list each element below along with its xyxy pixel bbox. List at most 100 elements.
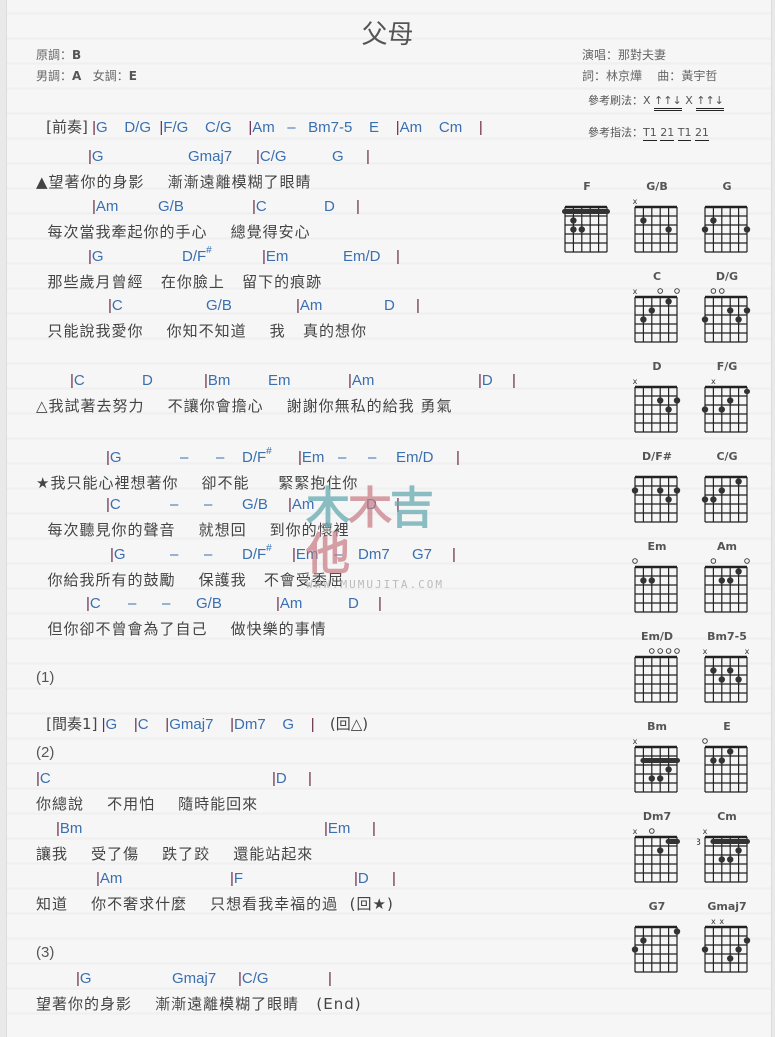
barre	[744, 389, 750, 394]
section-marker-1: (1)	[36, 669, 55, 686]
chord: |	[396, 248, 400, 265]
finger-dot	[648, 307, 655, 314]
finger-pattern: 參考指法：T1 21 T1 21	[588, 126, 709, 141]
muted-string-marker: x	[633, 737, 638, 746]
chord-diagram: Gmaj7 x x	[697, 900, 757, 973]
chord-diagram: G	[697, 180, 757, 253]
chord: G/B	[206, 297, 232, 314]
chord-line: |C |D |	[36, 770, 536, 788]
chord: D/F#	[242, 446, 272, 466]
open-string-marker	[649, 648, 655, 654]
chord: Gmaj7	[172, 970, 217, 987]
chord: –	[216, 449, 225, 466]
chord: |Am	[276, 595, 303, 612]
watermark-url: WWW.MUMUJITA.COM	[306, 578, 444, 591]
finger-dot	[665, 298, 672, 305]
muted-string-marker: x	[703, 827, 708, 836]
chord: |C	[86, 595, 101, 612]
chord: D	[324, 198, 335, 215]
chord: |	[378, 595, 382, 612]
fretboard: x	[633, 827, 680, 883]
intro-label: [前奏]	[46, 118, 88, 136]
open-string-marker	[649, 828, 655, 834]
fretboard: x3	[697, 827, 750, 883]
chord: |G	[76, 970, 92, 987]
open-string-marker	[674, 288, 680, 294]
chord-line: |C G/B |Am D |	[36, 297, 536, 315]
open-string-marker	[710, 558, 717, 564]
chord: –	[204, 546, 213, 563]
lyric-line: 只能說我愛你 你知不知道 我 真的想你	[36, 322, 367, 340]
chord: |	[456, 449, 460, 466]
barre	[665, 839, 680, 844]
finger-dot	[718, 487, 725, 494]
open-string-marker	[657, 648, 663, 654]
fretboard	[562, 205, 610, 253]
chord: |	[512, 372, 516, 389]
repeat-marker: (回△)	[329, 715, 369, 733]
chord-line: |C – – G/B |Am D |	[36, 595, 536, 613]
barre	[640, 758, 680, 763]
chord-diagram: F	[557, 180, 617, 253]
muted-string-marker: x	[633, 377, 638, 386]
finger-dot	[743, 307, 751, 314]
singer: 演唱：那對夫妻	[582, 48, 667, 62]
lyric-line: 讓我 受了傷 跌了跤 還能站起來	[36, 845, 314, 863]
chord: D	[348, 595, 359, 612]
finger-dot	[727, 397, 734, 404]
finger-dot	[701, 946, 709, 953]
finger-dot	[665, 766, 672, 773]
chord: |C	[252, 198, 267, 215]
chord-line: |G Gmaj7 |C/G G |	[36, 148, 536, 166]
chord: |C	[70, 372, 85, 389]
chord: |D	[478, 372, 493, 389]
muted-string-marker: x	[711, 377, 716, 386]
muted-string-marker: x	[719, 917, 724, 926]
section-marker-3: (3)	[36, 944, 55, 961]
chord-diagram: Bm x	[627, 720, 687, 793]
lyric-line: 望著你的身影 漸漸遠離模糊了眼睛 (End)	[36, 995, 362, 1013]
fretboard	[632, 558, 678, 613]
finger-dot	[673, 928, 681, 935]
chord: |	[328, 970, 332, 987]
finger-dot	[665, 496, 672, 503]
chord: –	[162, 595, 171, 612]
chord-diagram: Dx	[627, 360, 687, 433]
lyric-line: 但你卻不曾會為了自己 做快樂的事情	[36, 620, 327, 638]
finger-dot	[673, 487, 681, 494]
fretboard	[704, 558, 750, 613]
chord: Em/D	[343, 248, 381, 265]
finger-dot	[578, 226, 585, 233]
fretboard	[701, 475, 748, 523]
finger-dot	[665, 226, 672, 233]
chord: |	[308, 770, 312, 787]
chord: D	[142, 372, 153, 389]
lyric-line: △我試著去努力 不讓你會擔心 謝謝你無私的給我 勇氣	[36, 397, 453, 415]
chord: –	[170, 496, 179, 513]
chord: |Am	[296, 297, 323, 314]
lyric-line: ▲望著你的身影 漸漸遠離模糊了眼睛	[36, 173, 312, 191]
chord: |	[416, 297, 420, 314]
barre	[562, 209, 610, 214]
chord-line: |G D/F# |Em Em/D |	[36, 245, 536, 266]
chord: |	[372, 820, 376, 837]
section-marker-2: (2)	[36, 744, 55, 761]
muted-string-marker: x	[633, 827, 638, 836]
chord: |D	[272, 770, 287, 787]
lyric-line: 你給我所有的鼓勵 保護我 不會受委屈	[36, 571, 344, 589]
chord: |Am	[96, 870, 123, 887]
barre	[710, 839, 750, 844]
chord: |G	[110, 546, 126, 563]
finger-dot	[570, 217, 577, 224]
finger-dot	[673, 397, 681, 404]
chord: Em	[268, 372, 291, 389]
open-string-marker	[674, 648, 680, 654]
fretboard	[631, 925, 681, 973]
chord: |Bm	[56, 820, 83, 837]
finger-dot	[718, 856, 725, 863]
chord-line: |G – – D/F# |Em – – Em/D |	[36, 446, 536, 467]
finger-dot	[743, 937, 751, 944]
finger-dot	[701, 406, 709, 413]
finger-dot	[735, 676, 742, 683]
credits: 詞：林京燁 曲：黃宇哲	[582, 69, 718, 83]
